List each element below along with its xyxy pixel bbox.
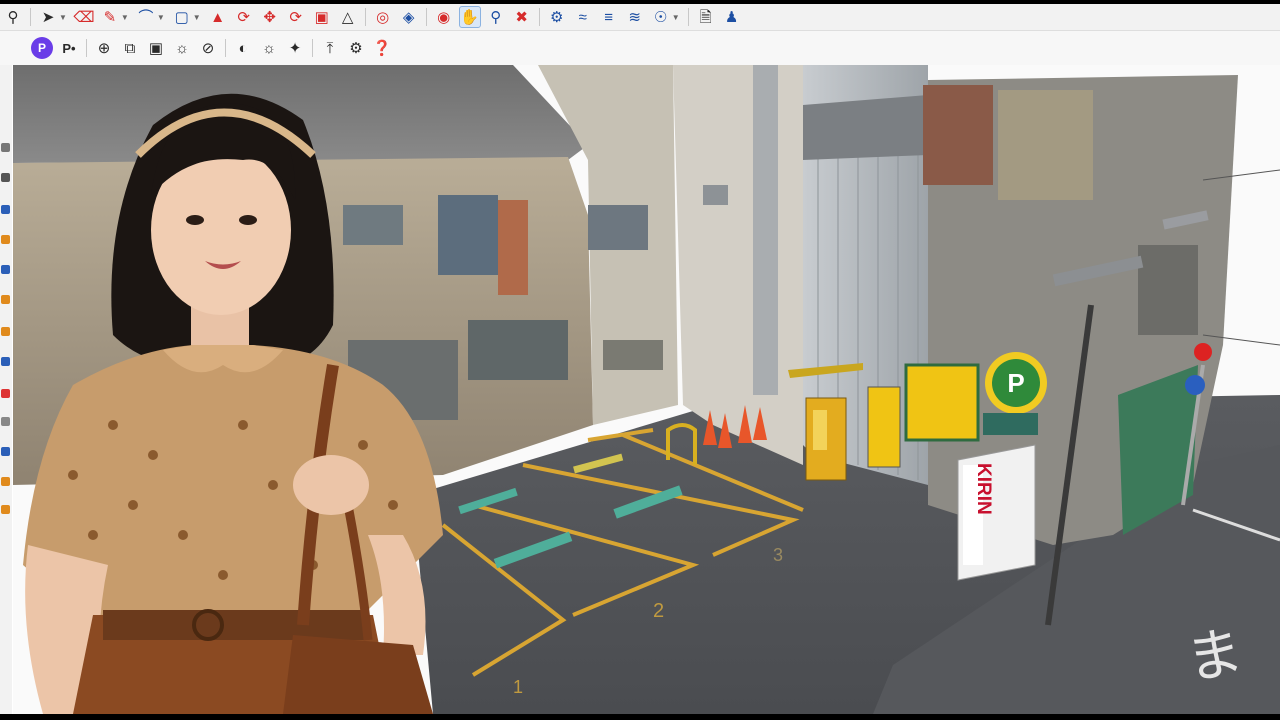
toolbar-separator: [86, 39, 87, 57]
road-sign-blue: [1185, 375, 1205, 395]
presenter-bag: [283, 635, 433, 714]
palette-tool-icon[interactable]: [1, 265, 10, 274]
side-window: [1138, 245, 1198, 335]
gear-brush-icon[interactable]: ☼: [171, 37, 193, 59]
help-icon[interactable]: ❓: [371, 37, 393, 59]
palette-tool-icon[interactable]: [1, 389, 10, 398]
presenter-belt: [103, 610, 368, 640]
zoom-extents-icon[interactable]: ✖: [511, 6, 533, 28]
road-sign-red: [1194, 343, 1212, 361]
parking-sign-letter: P: [1007, 368, 1024, 398]
lot-number-3: 3: [773, 545, 783, 565]
settings-gear-icon[interactable]: ⚙: [345, 37, 367, 59]
document-icon[interactable]: 🗎: [695, 6, 717, 28]
toolbar-separator: [312, 39, 313, 57]
middle-window: [588, 205, 648, 250]
copy-icon[interactable]: ⧉: [119, 37, 141, 59]
kirin-logo-text: KIRIN: [973, 463, 994, 515]
toolbar-separator: [225, 39, 226, 57]
sandbox-icon[interactable]: ≋: [624, 6, 646, 28]
presenter-overlay: [23, 93, 443, 714]
palette-tool-icon[interactable]: [1, 235, 10, 244]
palette-tool-icon[interactable]: [1, 417, 10, 426]
palette-tool-icon[interactable]: [1, 295, 10, 304]
toolbar-separator: [425, 8, 427, 26]
palette-tool-icon[interactable]: [1, 205, 10, 214]
presenter-right-eye: [239, 215, 257, 225]
tall-building: [673, 65, 803, 465]
select-dropdown-icon[interactable]: ▼: [59, 13, 67, 22]
components-dropdown-icon[interactable]: ▼: [672, 13, 680, 22]
zoom-icon[interactable]: ⚲: [2, 6, 24, 28]
road-marking-text: ま: [1181, 619, 1247, 693]
terrain-icon[interactable]: ≈: [572, 6, 594, 28]
info-board: [867, 386, 901, 468]
section-plane-icon[interactable]: ◈: [398, 6, 420, 28]
bottom-border: [0, 714, 1280, 720]
line-icon[interactable]: ✎: [99, 6, 121, 28]
palette-tool-icon[interactable]: [1, 505, 10, 514]
rectangle-dropdown-icon[interactable]: ▼: [193, 13, 201, 22]
select-icon[interactable]: ➤: [37, 6, 59, 28]
camera-icon[interactable]: ▣: [145, 37, 167, 59]
house-window: [468, 320, 568, 380]
plugin-p-icon[interactable]: P: [31, 37, 53, 59]
no-entry-icon[interactable]: ⊘: [197, 37, 219, 59]
metal-roof-edge: [803, 95, 928, 160]
add-component-icon[interactable]: ⊕: [93, 37, 115, 59]
arc-dropdown-icon[interactable]: ▼: [157, 13, 165, 22]
parking-subsign: [983, 413, 1038, 435]
components-icon[interactable]: ☉: [650, 6, 672, 28]
toolbar-separator: [538, 8, 540, 26]
lot-number-1: 1: [513, 677, 523, 697]
layers-icon[interactable]: ≡: [598, 6, 620, 28]
info-board-large: [904, 363, 980, 442]
palette-tool-icon[interactable]: [1, 173, 10, 182]
palette-tool-icon[interactable]: [1, 357, 10, 366]
offset-icon[interactable]: △: [337, 6, 359, 28]
origami-icon[interactable]: ✦: [284, 37, 306, 59]
rotate-icon[interactable]: ⟳: [285, 6, 307, 28]
tall-window: [703, 185, 728, 205]
main-toolbar: ⚲ ➤ ▼ ⌫ ✎ ▼ ⌒ ▼ ▢ ▼ ▲ ⟳ ✥ ⟳ ▣ △ ◎ ◈ ◉ ✋ …: [0, 4, 1280, 31]
palette-tool-icon[interactable]: [1, 447, 10, 456]
toolbar-separator: [30, 8, 31, 26]
push-pull-icon[interactable]: ▲: [207, 6, 229, 28]
plugin-p2-icon[interactable]: P•: [58, 37, 80, 59]
toolbar-separator: [687, 8, 689, 26]
pay-machine-panel: [813, 410, 827, 450]
export-icon[interactable]: ⤒: [319, 37, 341, 59]
house-curtain: [498, 200, 528, 295]
rectangle-icon[interactable]: ▢: [171, 6, 193, 28]
palette-tool-icon[interactable]: [1, 143, 10, 152]
move-icon[interactable]: ✥: [259, 6, 281, 28]
toolbar-separator: [364, 8, 366, 26]
follow-me-icon[interactable]: ⟳: [233, 6, 255, 28]
eraser-icon[interactable]: ⌫: [73, 6, 95, 28]
palette-tool-icon[interactable]: [1, 477, 10, 486]
presenter-left-eye: [186, 215, 204, 225]
arc-icon[interactable]: ⌒: [135, 6, 157, 28]
rust-panel: [923, 85, 993, 185]
light-bulb-icon[interactable]: ☼: [258, 37, 280, 59]
striped-ball-icon[interactable]: ◐: [232, 37, 254, 59]
tape-measure-icon[interactable]: ◎: [372, 6, 394, 28]
orbit-icon[interactable]: ◉: [433, 6, 455, 28]
user-icon[interactable]: ♟: [721, 6, 743, 28]
lot-number-2: 2: [653, 600, 664, 622]
left-tool-palette: [0, 65, 12, 714]
pan-icon[interactable]: ✋: [458, 6, 481, 28]
plugin-toolbar: P P• ⊕ ⧉ ▣ ☼ ⊘ ◐ ☼ ✦ ⤒ ⚙ ❓: [0, 31, 1280, 65]
palette-tool-icon[interactable]: [1, 327, 10, 336]
geo-location-icon[interactable]: ⚙: [546, 6, 568, 28]
zoom-tool-icon[interactable]: ⚲: [485, 6, 507, 28]
3d-viewport[interactable]: 2 3 1 P KIRIN ま: [13, 65, 1280, 714]
presenter-hand: [293, 455, 369, 515]
scale-icon[interactable]: ▣: [311, 6, 333, 28]
broken-wall: [998, 90, 1093, 200]
drain-pipe: [753, 65, 778, 395]
middle-window: [603, 340, 663, 370]
line-dropdown-icon[interactable]: ▼: [121, 13, 129, 22]
